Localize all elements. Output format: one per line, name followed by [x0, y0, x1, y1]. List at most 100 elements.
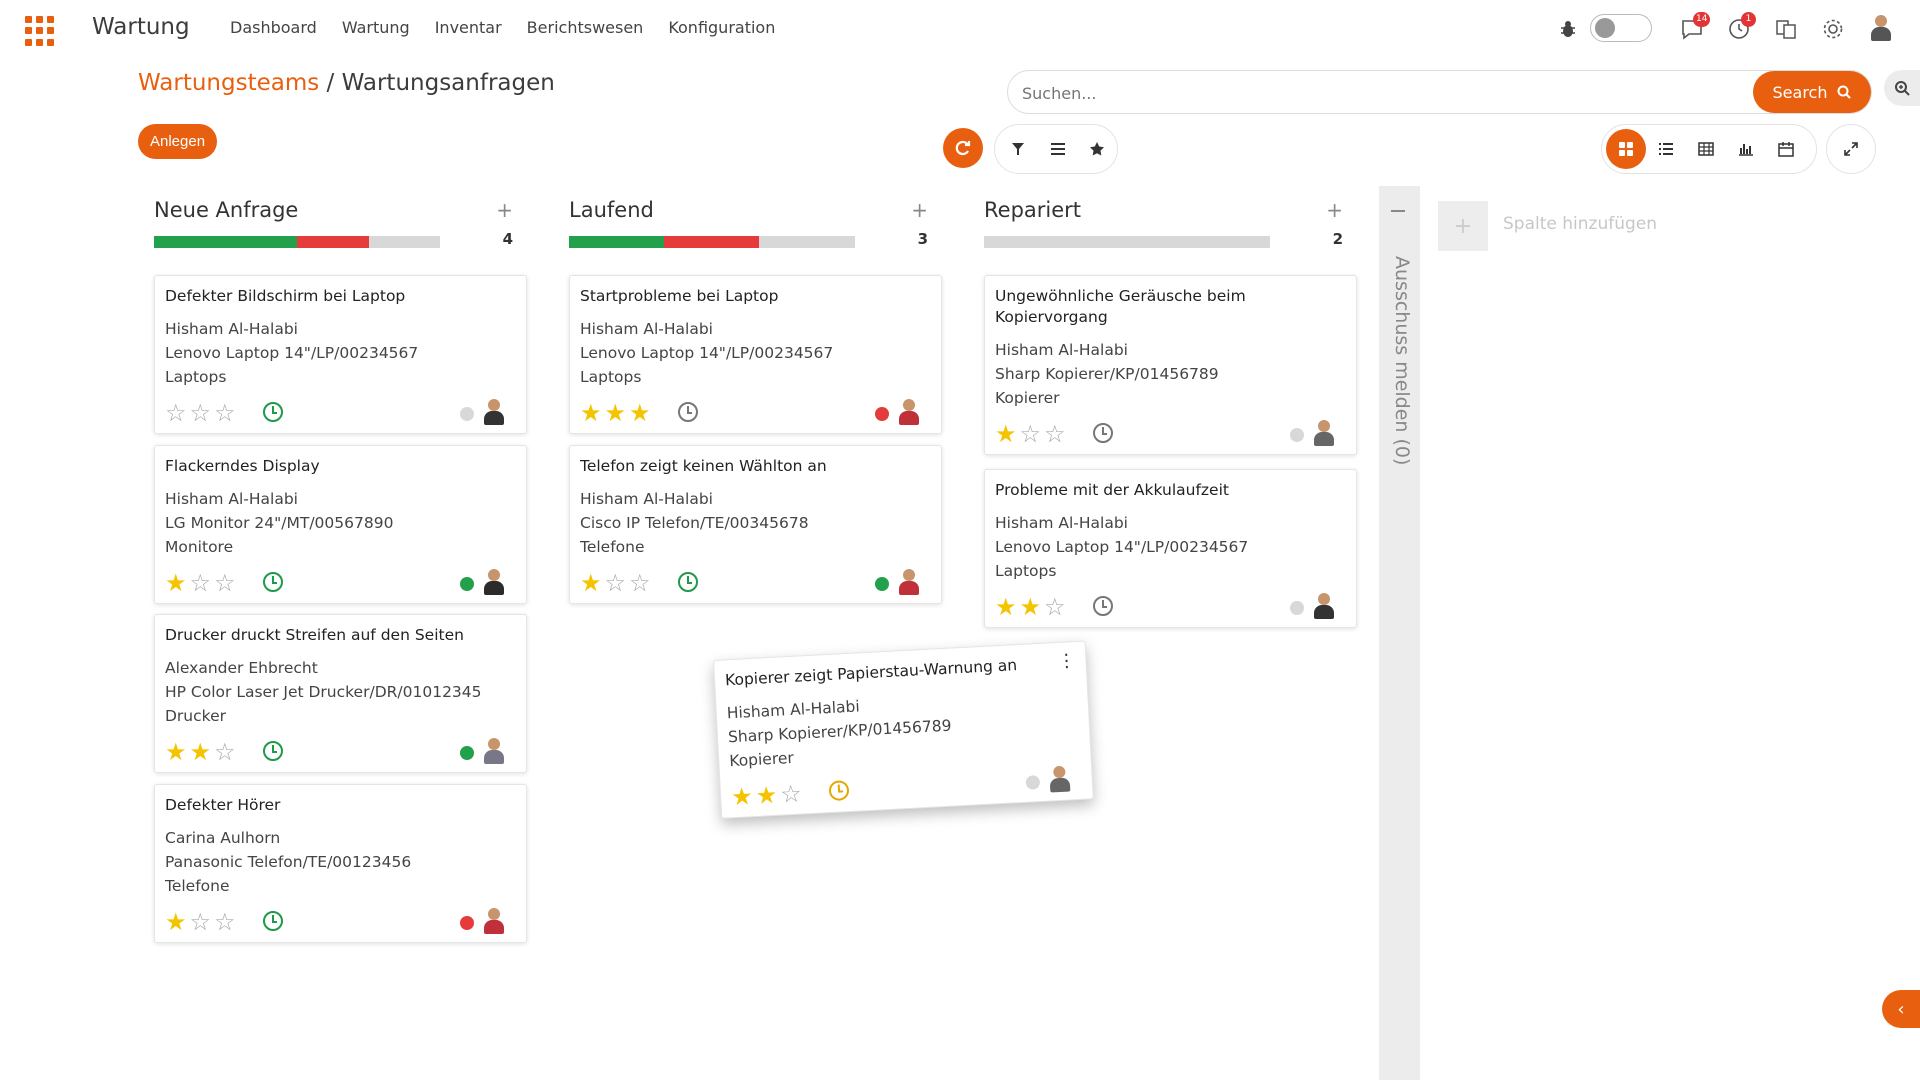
status-dot[interactable]	[1290, 600, 1304, 615]
star-filled-icon[interactable]: ★	[1020, 595, 1042, 619]
status-dot[interactable]	[875, 576, 889, 591]
star-filled-icon[interactable]: ★	[580, 571, 602, 595]
chevron-left-icon[interactable]: ‹	[1882, 990, 1920, 1028]
star-filled-icon[interactable]: ★	[165, 910, 187, 934]
activity-clock-icon[interactable]	[263, 401, 283, 422]
add-column-plus-icon[interactable]: +	[1438, 201, 1488, 251]
pivot-view-icon[interactable]	[1686, 129, 1726, 169]
advanced-search-icon[interactable]	[1884, 70, 1920, 106]
star-filled-icon[interactable]: ★	[995, 595, 1017, 619]
search-input[interactable]	[1022, 80, 1622, 106]
user-avatar[interactable]	[1866, 12, 1896, 46]
star-empty-icon[interactable]: ☆	[779, 780, 802, 809]
search-button[interactable]: Search	[1753, 71, 1871, 113]
kanban-card[interactable]: Telefon zeigt keinen Wählton an Hisham A…	[569, 445, 942, 604]
star-empty-icon[interactable]: ☆	[214, 910, 236, 934]
star-empty-icon[interactable]: ☆	[190, 571, 212, 595]
star-empty-icon[interactable]: ☆	[190, 401, 212, 425]
star-empty-icon[interactable]: ☆	[214, 571, 236, 595]
activity-clock-icon[interactable]	[263, 740, 283, 761]
refresh-icon[interactable]	[943, 128, 983, 168]
activity-clock-icon[interactable]	[1093, 422, 1113, 443]
apps-menu-icon[interactable]	[25, 16, 55, 46]
column-title[interactable]: Repariert	[984, 198, 1081, 222]
star-filled-icon[interactable]: ★	[995, 422, 1017, 446]
calendar-view-icon[interactable]	[1766, 129, 1806, 169]
status-dot[interactable]	[1290, 427, 1304, 442]
activity-clock-icon[interactable]	[678, 571, 698, 592]
kanban-view-icon[interactable]	[1606, 129, 1646, 169]
menu-item-dashboard[interactable]: Dashboard	[230, 18, 317, 37]
priority-stars[interactable]: ★ ★ ☆	[730, 780, 802, 812]
status-dot[interactable]	[460, 915, 474, 930]
star-empty-icon[interactable]: ☆	[165, 401, 187, 425]
star-empty-icon[interactable]: ☆	[1020, 422, 1042, 446]
graph-view-icon[interactable]	[1726, 129, 1766, 169]
create-button[interactable]: Anlegen	[138, 124, 218, 159]
priority-stars[interactable]: ★ ☆ ☆	[995, 422, 1066, 446]
kanban-card[interactable]: Flackerndes Display Hisham Al-Halabi LG …	[154, 445, 527, 604]
activity-clock-icon[interactable]: 1	[1724, 12, 1756, 44]
kanban-card[interactable]: Defekter Bildschirm bei Laptop Hisham Al…	[154, 275, 527, 434]
menu-item-konfiguration[interactable]: Konfiguration	[668, 18, 775, 37]
priority-stars[interactable]: ★ ☆ ☆	[165, 571, 236, 595]
priority-stars[interactable]: ☆ ☆ ☆	[165, 401, 236, 425]
fullscreen-icon[interactable]	[1826, 124, 1876, 174]
kanban-card[interactable]: Ungewöhnliche Geräusche beim Kopiervorga…	[984, 275, 1357, 455]
card-menu-icon[interactable]: ⋮	[1057, 650, 1076, 672]
kanban-card[interactable]: Startprobleme bei Laptop Hisham Al-Halab…	[569, 275, 942, 434]
column-add-icon[interactable]: +	[911, 198, 928, 222]
favorites-star-icon[interactable]	[1077, 129, 1117, 169]
menu-item-berichtswesen[interactable]: Berichtswesen	[527, 18, 644, 37]
star-empty-icon[interactable]: ☆	[1044, 595, 1066, 619]
group-by-icon[interactable]	[1038, 129, 1078, 169]
star-filled-icon[interactable]: ★	[190, 740, 212, 764]
star-filled-icon[interactable]: ★	[605, 401, 627, 425]
priority-stars[interactable]: ★ ★ ★	[580, 401, 651, 425]
star-empty-icon[interactable]: ☆	[1044, 422, 1066, 446]
debug-toggle[interactable]	[1590, 14, 1652, 42]
bug-icon[interactable]	[1556, 17, 1580, 41]
dragged-kanban-card[interactable]: ⋮ Kopierer zeigt Papierstau-Warnung an H…	[713, 640, 1094, 819]
status-dot[interactable]	[460, 576, 474, 591]
priority-stars[interactable]: ★ ★ ☆	[165, 740, 236, 764]
star-filled-icon[interactable]: ★	[580, 401, 602, 425]
star-filled-icon[interactable]: ★	[165, 571, 187, 595]
messages-icon[interactable]: 14	[1677, 12, 1711, 44]
folded-column-scrap[interactable]: Ausschuss melden (0)	[1379, 186, 1420, 1080]
menu-item-inventar[interactable]: Inventar	[435, 18, 502, 37]
activity-clock-icon[interactable]	[828, 780, 850, 802]
star-filled-icon[interactable]: ★	[755, 781, 778, 810]
menu-item-wartung[interactable]: Wartung	[342, 18, 410, 37]
column-add-icon[interactable]: +	[496, 198, 513, 222]
status-dot[interactable]	[875, 406, 889, 421]
activity-clock-icon[interactable]	[263, 910, 283, 931]
column-title[interactable]: Laufend	[569, 198, 654, 222]
kanban-card[interactable]: Defekter Hörer Carina Aulhorn Panasonic …	[154, 784, 527, 943]
activity-clock-icon[interactable]	[678, 401, 698, 422]
star-empty-icon[interactable]: ☆	[605, 571, 627, 595]
kanban-card[interactable]: Probleme mit der Akkulaufzeit Hisham Al-…	[984, 469, 1357, 628]
priority-stars[interactable]: ★ ☆ ☆	[580, 571, 651, 595]
column-progress-bar[interactable]	[984, 236, 1270, 248]
priority-stars[interactable]: ★ ★ ☆	[995, 595, 1066, 619]
column-add-icon[interactable]: +	[1326, 198, 1343, 222]
column-title[interactable]: Neue Anfrage	[154, 198, 298, 222]
activity-clock-icon[interactable]	[1093, 595, 1113, 616]
star-empty-icon[interactable]: ☆	[214, 740, 236, 764]
column-progress-bar[interactable]	[569, 236, 855, 248]
star-empty-icon[interactable]: ☆	[629, 571, 651, 595]
column-progress-bar[interactable]	[154, 236, 440, 248]
kanban-card[interactable]: Drucker druckt Streifen auf den Seiten A…	[154, 614, 527, 773]
language-icon[interactable]	[1773, 16, 1799, 42]
activity-clock-icon[interactable]	[263, 571, 283, 592]
priority-stars[interactable]: ★ ☆ ☆	[165, 910, 236, 934]
breadcrumb-parent-link[interactable]: Wartungsteams	[138, 70, 319, 96]
star-empty-icon[interactable]: ☆	[214, 401, 236, 425]
settings-gear-icon[interactable]	[1820, 16, 1846, 42]
star-filled-icon[interactable]: ★	[165, 740, 187, 764]
filter-icon[interactable]	[998, 129, 1038, 169]
star-empty-icon[interactable]: ☆	[190, 910, 212, 934]
star-filled-icon[interactable]: ★	[629, 401, 651, 425]
star-filled-icon[interactable]: ★	[730, 782, 753, 811]
